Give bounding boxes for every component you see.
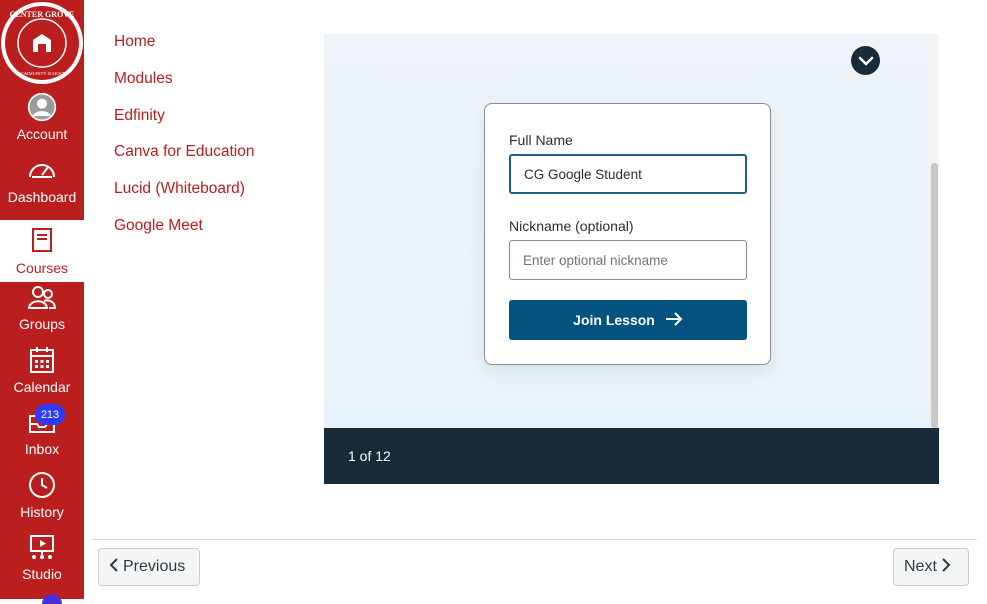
course-nav-lucid[interactable]: Lucid (Whiteboard) bbox=[114, 177, 254, 214]
nav-dashboard[interactable]: Dashboard bbox=[0, 149, 84, 211]
arrow-right-icon bbox=[665, 311, 683, 329]
nav-inbox[interactable]: 213 Inbox bbox=[0, 401, 84, 463]
help-badge bbox=[42, 594, 62, 604]
course-nav: Home Modules Edfinity Canva for Educatio… bbox=[114, 30, 254, 251]
studio-icon bbox=[27, 531, 57, 563]
nav-calendar[interactable]: Calendar bbox=[0, 339, 84, 401]
divider bbox=[92, 539, 977, 540]
nav-history[interactable]: History bbox=[0, 464, 84, 526]
groups-icon bbox=[27, 281, 57, 313]
course-nav-edfinity[interactable]: Edfinity bbox=[114, 104, 254, 141]
join-lesson-card: Full Name Nickname (optional) Join Lesso… bbox=[484, 103, 771, 365]
nav-studio[interactable]: Studio bbox=[0, 526, 84, 588]
previous-label: Previous bbox=[123, 558, 186, 575]
next-label: Next bbox=[904, 558, 937, 575]
svg-text:COMMUNITY SCHOOL: COMMUNITY SCHOOL bbox=[18, 71, 65, 76]
full-name-label: Full Name bbox=[509, 132, 573, 148]
nav-label-courses: Courses bbox=[15, 260, 69, 276]
nav-label-inbox: Inbox bbox=[24, 441, 60, 457]
nav-label-calendar: Calendar bbox=[13, 379, 71, 395]
previous-button[interactable]: Previous bbox=[98, 548, 200, 586]
chevron-right-icon bbox=[941, 557, 951, 578]
school-logo[interactable]: CENTER GROVE COMMUNITY SCHOOL bbox=[0, 0, 84, 86]
chevron-left-icon bbox=[109, 557, 119, 578]
dashboard-icon bbox=[27, 154, 57, 186]
nav-label-dashboard: Dashboard bbox=[7, 189, 77, 205]
course-nav-modules[interactable]: Modules bbox=[114, 67, 254, 104]
chevron-down-icon[interactable] bbox=[851, 46, 880, 75]
calendar-icon bbox=[27, 344, 57, 376]
full-name-input[interactable] bbox=[509, 154, 747, 194]
global-nav: CENTER GROVE COMMUNITY SCHOOL Account Da… bbox=[0, 0, 84, 604]
courses-icon bbox=[27, 225, 57, 257]
slide-footer: 1 of 12 bbox=[324, 428, 939, 484]
nav-label-history: History bbox=[20, 504, 64, 520]
nav-label-account: Account bbox=[16, 126, 68, 142]
history-icon bbox=[27, 469, 57, 501]
course-nav-canva[interactable]: Canva for Education bbox=[114, 140, 254, 177]
nickname-label: Nickname (optional) bbox=[509, 218, 634, 234]
course-nav-google-meet[interactable]: Google Meet bbox=[114, 214, 254, 251]
course-nav-home[interactable]: Home bbox=[114, 30, 254, 67]
inbox-unread-badge: 213 bbox=[35, 404, 65, 425]
frame-scrollbar-thumb[interactable] bbox=[931, 163, 938, 428]
nav-label-groups: Groups bbox=[19, 316, 65, 332]
next-button[interactable]: Next bbox=[893, 548, 969, 586]
nickname-input[interactable] bbox=[509, 240, 747, 280]
slide-counter: 1 of 12 bbox=[348, 448, 391, 464]
nav-account[interactable]: Account bbox=[0, 86, 84, 148]
account-icon bbox=[27, 91, 57, 123]
nav-label-studio: Studio bbox=[22, 566, 62, 582]
join-lesson-label: Join Lesson bbox=[573, 312, 655, 328]
nav-courses[interactable]: Courses bbox=[0, 220, 84, 282]
svg-text:CENTER GROVE: CENTER GROVE bbox=[10, 10, 75, 19]
nav-groups[interactable]: Groups bbox=[0, 276, 84, 338]
join-lesson-button[interactable]: Join Lesson bbox=[509, 300, 747, 340]
